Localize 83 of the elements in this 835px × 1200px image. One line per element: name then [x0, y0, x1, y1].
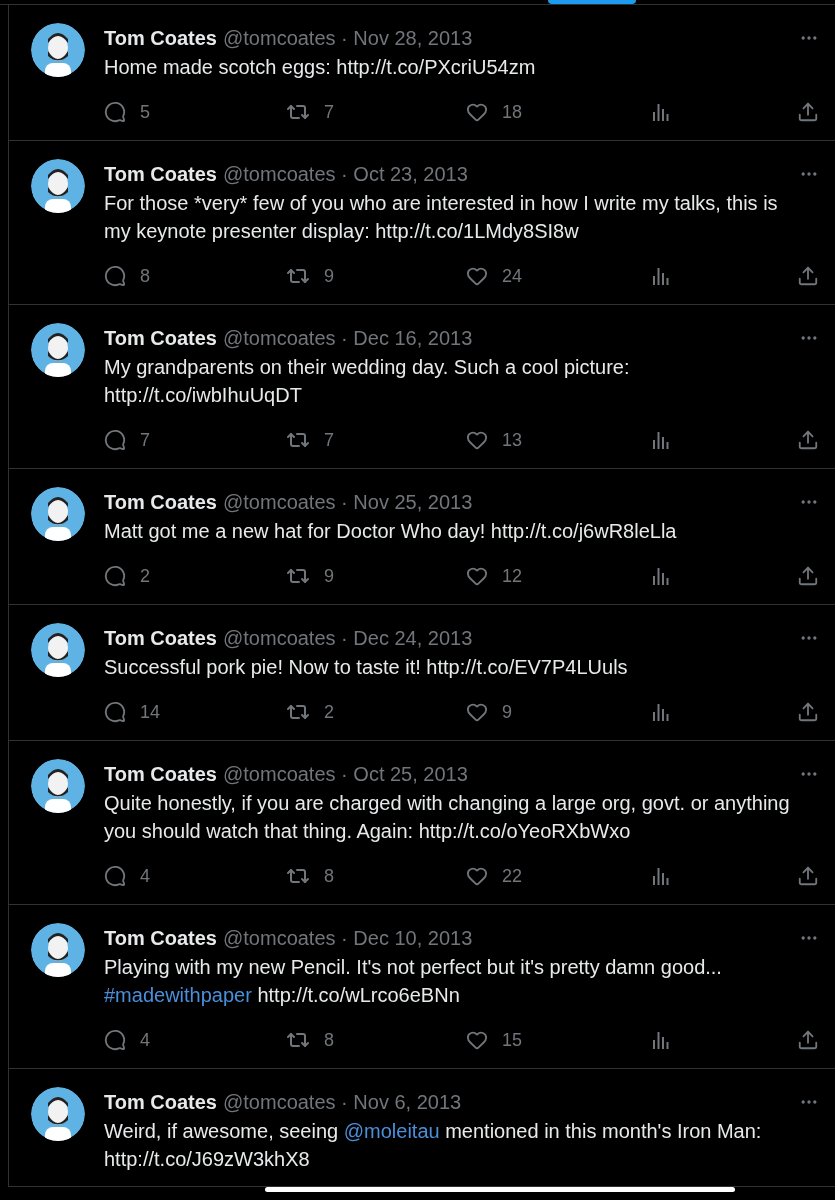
heart-icon[interactable] — [466, 1029, 488, 1051]
reply-button[interactable]: 7 — [104, 426, 150, 454]
share-icon[interactable] — [797, 101, 819, 123]
share-icon[interactable] — [797, 265, 819, 287]
speech-bubble-icon[interactable] — [104, 565, 126, 587]
reply-button[interactable]: 14 — [104, 698, 161, 726]
avatar[interactable] — [31, 323, 85, 377]
heart-icon[interactable] — [466, 429, 488, 451]
reply-button[interactable]: 4 — [104, 1026, 150, 1054]
reply-button[interactable]: 8 — [104, 262, 150, 290]
like-button[interactable]: 22 — [466, 862, 523, 890]
tweet-text: For those *very* few of you who are interested in how I write my talks, this is my keynote presenter display: http://t.co/1LMdy8SI8w — [104, 191, 779, 244]
speech-bubble-icon[interactable] — [104, 701, 126, 723]
mention-link[interactable]: @moleitau — [343, 1120, 440, 1142]
tweet-meta: @tomcoates · Nov 25, 2013 — [223, 490, 473, 515]
views-icon[interactable] — [651, 866, 671, 886]
avatar[interactable] — [31, 487, 85, 541]
avatar[interactable] — [31, 23, 85, 77]
tweet-text: Home made scotch eggs: http://t.co/PXcriU54zm — [104, 55, 537, 80]
share-icon[interactable] — [797, 1029, 819, 1051]
views-icon[interactable] — [651, 266, 671, 286]
like-button[interactable]: 9 — [466, 698, 512, 726]
speech-bubble-icon[interactable] — [104, 429, 126, 451]
repost-button[interactable]: 9 — [286, 262, 334, 290]
heart-icon[interactable] — [466, 701, 488, 723]
tweet-meta: @tomcoates · Dec 16, 2013 — [223, 326, 473, 351]
repost-button[interactable]: 2 — [286, 698, 334, 726]
avatar[interactable] — [31, 923, 85, 977]
like-button[interactable]: 15 — [466, 1026, 523, 1054]
tweet-meta: @tomcoates · Nov 28, 2013 — [223, 26, 473, 51]
avatar[interactable] — [31, 159, 85, 213]
reply-button[interactable]: 2 — [104, 562, 150, 590]
share-icon[interactable] — [797, 429, 819, 451]
tweet-meta: @tomcoates · Dec 24, 2013 — [223, 626, 473, 651]
author-name[interactable]: Tom Coates — [104, 23, 217, 53]
speech-bubble-icon[interactable] — [104, 101, 126, 123]
heart-icon[interactable] — [466, 865, 488, 887]
share-icon[interactable] — [797, 565, 819, 587]
avatar[interactable] — [31, 759, 85, 813]
heart-icon[interactable] — [466, 565, 488, 587]
speech-bubble-icon[interactable] — [104, 265, 126, 287]
like-button[interactable]: 18 — [466, 98, 523, 126]
views-icon[interactable] — [651, 1030, 671, 1050]
tweet-meta: @tomcoates · Nov 6, 2013 — [223, 1090, 462, 1115]
repost-button[interactable]: 7 — [286, 98, 334, 126]
reply-button[interactable]: 4 — [104, 862, 150, 890]
avatar[interactable] — [31, 623, 85, 677]
views-icon[interactable] — [651, 702, 671, 722]
author-name[interactable]: Tom Coates — [104, 159, 217, 189]
heart-icon[interactable] — [466, 101, 488, 123]
speech-bubble-icon[interactable] — [104, 865, 126, 887]
avatar[interactable] — [31, 1087, 85, 1141]
share-icon[interactable] — [797, 701, 819, 723]
speech-bubble-icon[interactable] — [104, 1029, 126, 1051]
author-name[interactable]: Tom Coates — [104, 623, 217, 653]
tweet-text: Matt got me a new hat for Doctor Who day! http://t.co/j6wR8leLla — [104, 519, 678, 544]
tweet-text: Successful pork pie! Now to taste it! http://t.co/EV7P4LUuls — [104, 655, 629, 680]
tweet-meta: @tomcoates · Oct 23, 2013 — [223, 162, 468, 187]
repost-button[interactable]: 7 — [286, 426, 334, 454]
like-button[interactable]: 24 — [466, 262, 523, 290]
hashtag-link[interactable]: #madewithpaper — [104, 984, 252, 1006]
author-name[interactable]: Tom Coates — [104, 1087, 217, 1117]
heart-icon[interactable] — [466, 265, 488, 287]
tweet-meta: @tomcoates · Oct 25, 2013 — [223, 762, 468, 787]
tweet-text: Quite honestly, if you are charged with changing a large org, govt. or anything you should watch that thing. Again: http://t.co/oYeoRXbWxo — [104, 791, 791, 844]
repost-button[interactable]: 8 — [286, 1026, 334, 1054]
like-button[interactable]: 12 — [466, 562, 523, 590]
like-button[interactable]: 13 — [466, 426, 523, 454]
repost-button[interactable]: 9 — [286, 562, 334, 590]
reply-button[interactable]: 5 — [104, 98, 150, 126]
repost-button[interactable]: 8 — [286, 862, 334, 890]
author-name[interactable]: Tom Coates — [104, 487, 217, 517]
views-icon[interactable] — [651, 430, 671, 450]
author-name[interactable]: Tom Coates — [104, 759, 217, 789]
tweet-text: Weird, if awesome, seeing @moleitau mentioned in this month's Iron Man: http://t.co/J69zW3khX8 — [104, 1119, 763, 1172]
author-name[interactable]: Tom Coates — [104, 323, 217, 353]
tweet-text: Playing with my new Pencil. It's not perfect but it's pretty damn good... #madewithpaper http://t.co/wLrco6eBNn — [104, 955, 723, 1008]
share-icon[interactable] — [797, 865, 819, 887]
views-icon[interactable] — [651, 102, 671, 122]
tweet-meta: @tomcoates · Dec 10, 2013 — [223, 926, 473, 951]
views-icon[interactable] — [651, 566, 671, 586]
author-name[interactable]: Tom Coates — [104, 923, 217, 953]
tweet-text: My grandparents on their wedding day. Such a cool picture: http://t.co/iwbIhuUqDT — [104, 355, 631, 408]
